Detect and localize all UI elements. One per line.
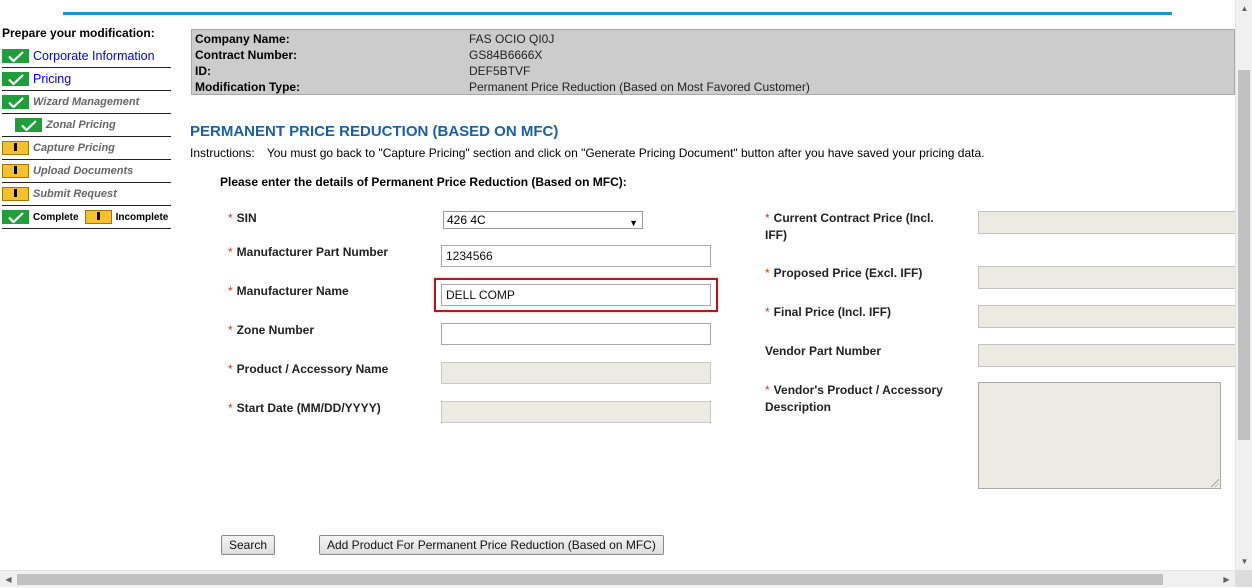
id-label: ID: <box>195 64 211 78</box>
search-button[interactable]: Search <box>221 535 276 555</box>
start-date-label: * Start Date (MM/DD/YYYY) <box>228 401 381 415</box>
vendor-part-number-label: Vendor Part Number <box>765 344 882 358</box>
sin-label: * SIN <box>228 211 257 225</box>
modification-type-label: Modification Type: <box>195 80 301 94</box>
sidebar-item-pricing[interactable]: Pricing <box>2 68 171 91</box>
required-marker: * <box>228 245 233 259</box>
horizontal-scroll-thumb[interactable] <box>17 574 1163 585</box>
sidebar-item-corporate-information[interactable]: Corporate Information <box>2 45 171 68</box>
manufacturer-name-input[interactable]: DELL COMP <box>441 284 711 306</box>
manufacturer-part-number-input[interactable]: 1234566 <box>441 245 711 267</box>
mpn-label: * Manufacturer Part Number <box>228 245 389 259</box>
exclamation-icon <box>2 141 29 155</box>
exclamation-icon <box>84 210 112 224</box>
page-title: PERMANENT PRICE REDUCTION (BASED ON MFC) <box>190 123 559 140</box>
exclamation-icon <box>2 164 29 178</box>
zone-number-label: * Zone Number <box>228 323 315 337</box>
vendor-description-textarea[interactable] <box>978 382 1221 489</box>
sidebar-label-zonal-pricing: Zonal Pricing <box>46 119 116 131</box>
id-value: DEF5BTVF <box>469 64 531 78</box>
form-heading: Please enter the details of Permanent Pr… <box>220 175 627 189</box>
scroll-down-icon[interactable]: ▼ <box>1236 553 1252 570</box>
vertical-scrollbar[interactable]: ▲ ▼ <box>1235 0 1252 570</box>
status-legend: Complete Incomplete <box>2 206 171 229</box>
required-marker: * <box>228 211 233 225</box>
required-marker: * <box>228 284 233 298</box>
sidebar-label-capture-pricing: Capture Pricing <box>33 142 115 154</box>
company-name-label: Company Name: <box>195 32 290 46</box>
contract-number-value: GS84B6666X <box>469 48 543 62</box>
vendor-description-label: * Vendor's Product / Accessory Descriptio… <box>765 383 943 414</box>
product-name-label: * Product / Accessory Name <box>228 362 389 376</box>
start-date-input[interactable] <box>441 401 711 423</box>
check-icon <box>2 95 29 109</box>
sidebar-item-submit-request: Submit Request <box>2 183 171 206</box>
check-icon <box>2 49 29 63</box>
wizard-sidebar: Prepare your modification: Corporate Inf… <box>2 26 171 229</box>
exclamation-icon <box>2 187 29 201</box>
scroll-left-icon[interactable]: ◀ <box>0 571 17 588</box>
modification-type-value: Permanent Price Reduction (Based on Most… <box>469 80 810 94</box>
sidebar-label-upload-documents: Upload Documents <box>33 165 134 177</box>
add-product-button[interactable]: Add Product For Permanent Price Reductio… <box>319 535 664 555</box>
scrollbar-corner <box>1235 570 1252 587</box>
required-marker: * <box>228 401 233 415</box>
final-price-input[interactable] <box>978 305 1236 328</box>
sidebar-title: Prepare your modification: <box>2 26 155 40</box>
check-icon <box>2 72 29 86</box>
sidebar-link-corporate-information[interactable]: Corporate Information <box>33 49 155 63</box>
company-name-value: FAS OCIO QI0J <box>469 32 555 46</box>
scroll-right-icon[interactable]: ▶ <box>1218 571 1235 588</box>
check-icon <box>2 210 29 224</box>
sidebar-item-wizard-management: Wizard Management <box>2 91 171 114</box>
horizontal-scrollbar[interactable]: ◀ ▶ <box>0 570 1235 587</box>
required-marker: * <box>765 211 770 225</box>
product-name-input[interactable] <box>441 362 711 384</box>
contract-number-label: Contract Number: <box>195 48 298 62</box>
current-contract-price-input[interactable] <box>978 211 1236 234</box>
legend-incomplete-label: Incomplete <box>115 211 169 223</box>
required-marker: * <box>765 266 770 280</box>
vendor-part-number-input[interactable] <box>978 344 1236 367</box>
resize-grip-icon[interactable] <box>1211 479 1219 487</box>
sidebar-label-wizard-management: Wizard Management <box>33 96 140 108</box>
proposed-price-label: * Proposed Price (Excl. IFF) <box>765 266 923 280</box>
sidebar-link-pricing[interactable]: Pricing <box>33 72 71 86</box>
contract-info-panel: Company Name: FAS OCIO QI0J Contract Num… <box>191 29 1235 95</box>
scroll-up-icon[interactable]: ▲ <box>1236 0 1252 17</box>
proposed-price-input[interactable] <box>978 266 1236 289</box>
manufacturer-name-label: * Manufacturer Name <box>228 284 349 298</box>
chevron-down-icon: ▼ <box>629 218 638 228</box>
instructions-text: You must go back to "Capture Pricing" se… <box>266 146 985 160</box>
vertical-scroll-thumb[interactable] <box>1238 70 1250 440</box>
required-marker: * <box>228 362 233 376</box>
required-marker: * <box>765 383 770 397</box>
current-contract-price-label: * Current Contract Price (Incl. IFF) <box>765 211 934 242</box>
instructions-label: Instructions: <box>190 146 255 160</box>
sidebar-item-upload-documents: Upload Documents <box>2 160 171 183</box>
final-price-label: * Final Price (Incl. IFF) <box>765 305 892 319</box>
zone-number-input[interactable] <box>441 323 711 345</box>
sidebar-item-capture-pricing: Capture Pricing <box>2 137 171 160</box>
required-marker: * <box>228 323 233 337</box>
sidebar-label-submit-request: Submit Request <box>33 188 117 200</box>
required-marker: * <box>765 305 770 319</box>
check-icon <box>15 118 42 132</box>
sidebar-item-zonal-pricing: Zonal Pricing <box>2 114 171 137</box>
instructions: Instructions: You must go back to "Captu… <box>190 146 984 160</box>
top-accent-bar <box>63 12 1172 15</box>
legend-complete-label: Complete <box>33 211 79 223</box>
sin-select[interactable]: 426 4C ▼ <box>443 211 643 229</box>
